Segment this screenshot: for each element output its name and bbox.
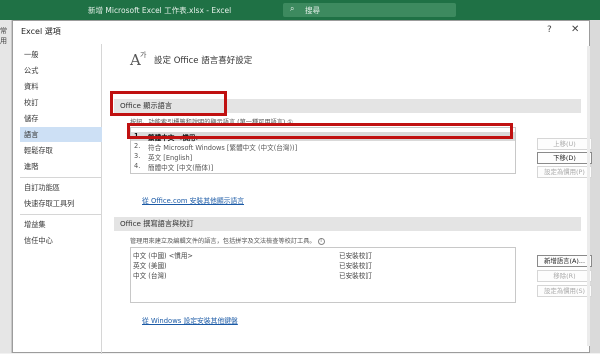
nav-item-accessibility[interactable]: 輕鬆存取 (20, 143, 102, 158)
nav-divider (20, 214, 102, 215)
close-icon[interactable]: ✕ (571, 24, 579, 35)
list-item[interactable]: 2. 符合 Microsoft Windows [繁體中文 (中文(台灣))] (131, 142, 515, 152)
nav-item-save[interactable]: 儲存 (20, 111, 102, 126)
table-row[interactable]: 中文 (台灣) 已安裝校訂 (131, 270, 515, 280)
excel-window-edge (590, 20, 600, 353)
nav-item-formulas[interactable]: 公式 (20, 63, 102, 78)
nav-item-proofing[interactable]: 校訂 (20, 95, 102, 110)
nav-item-language[interactable]: 語言 (20, 127, 102, 142)
info-icon: i (317, 237, 325, 245)
move-down-button[interactable]: 下移(D) (537, 152, 592, 164)
proofing-language-description: 管理用來建立及編輯文件的語言，包括拼字及文法檢查等校訂工具。 i (130, 236, 325, 245)
nav-item-quick-access-toolbar[interactable]: 快速存取工具列 (20, 196, 102, 211)
add-language-button[interactable]: 新增語言(A)... (537, 255, 592, 267)
install-keyboards-link[interactable]: 從 Windows 設定安裝其他鍵盤 (142, 315, 238, 325)
search-placeholder: 搜尋 (305, 6, 320, 15)
remove-language-button[interactable]: 移除(R) (537, 270, 592, 282)
set-preferred-proofing-button[interactable]: 設定為慣用(S) (537, 285, 592, 297)
table-row[interactable]: 英文 (美國) 已安裝校訂 (131, 260, 515, 270)
excel-title-bar: 新增 Microsoft Excel 工作表.xlsx - Excel ⌕ 搜尋 (0, 0, 600, 20)
highlight-box-section (110, 91, 227, 116)
excel-ribbon-edge: 常用 (0, 20, 12, 353)
nav-divider (20, 177, 102, 178)
proofing-language-list[interactable]: 中文 (中國) <慣用> 已安裝校訂 英文 (美國) 已安裝校訂 中文 (台灣)… (130, 247, 516, 303)
nav-item-trust-center[interactable]: 信任中心 (20, 233, 102, 248)
options-nav: 一般 公式 資料 校訂 儲存 語言 輕鬆存取 進階 自訂功能區 快速存取工具列 … (20, 44, 102, 354)
move-up-button[interactable]: 上移(U) (537, 138, 592, 150)
page-title: 設定 Office 語言喜好設定 (154, 56, 253, 66)
install-display-languages-link[interactable]: 從 Office.com 安裝其他顯示語言 (142, 195, 244, 205)
language-settings-icon: A가 (130, 51, 147, 69)
dialog-scrollbar[interactable] (587, 46, 590, 346)
excel-options-dialog: Excel 選項 ? ✕ 一般 公式 資料 校訂 儲存 語言 輕鬆存取 進階 自… (12, 20, 592, 354)
help-icon[interactable]: ? (547, 25, 552, 35)
nav-item-add-ins[interactable]: 增益集 (20, 217, 102, 232)
proofing-language-section-header: Office 撰寫語言與校訂 (114, 217, 581, 231)
nav-item-general[interactable]: 一般 (20, 47, 102, 62)
excel-search-box[interactable]: ⌕ 搜尋 (283, 3, 456, 17)
list-item[interactable]: 3. 英文 [English] (131, 152, 515, 162)
list-item[interactable]: 4. 簡體中文 [中文(簡体)] (131, 162, 515, 172)
search-icon: ⌕ (290, 4, 295, 13)
nav-item-advanced[interactable]: 進階 (20, 159, 102, 174)
excel-window-title: 新增 Microsoft Excel 工作表.xlsx - Excel (88, 6, 232, 15)
nav-item-data[interactable]: 資料 (20, 79, 102, 94)
dialog-title: Excel 選項 (21, 27, 61, 36)
set-preferred-display-button[interactable]: 設定為慣用(P) (537, 166, 592, 178)
highlight-box-selected-language (127, 123, 513, 139)
language-settings-panel: A가 設定 Office 語言喜好設定 Office 顯示語言 按鈕、功能索引標… (103, 44, 592, 354)
table-row[interactable]: 中文 (中國) <慣用> 已安裝校訂 (131, 250, 515, 260)
ribbon-tab-fragment: 常用 (0, 27, 7, 45)
nav-item-customize-ribbon[interactable]: 自訂功能區 (20, 180, 102, 195)
